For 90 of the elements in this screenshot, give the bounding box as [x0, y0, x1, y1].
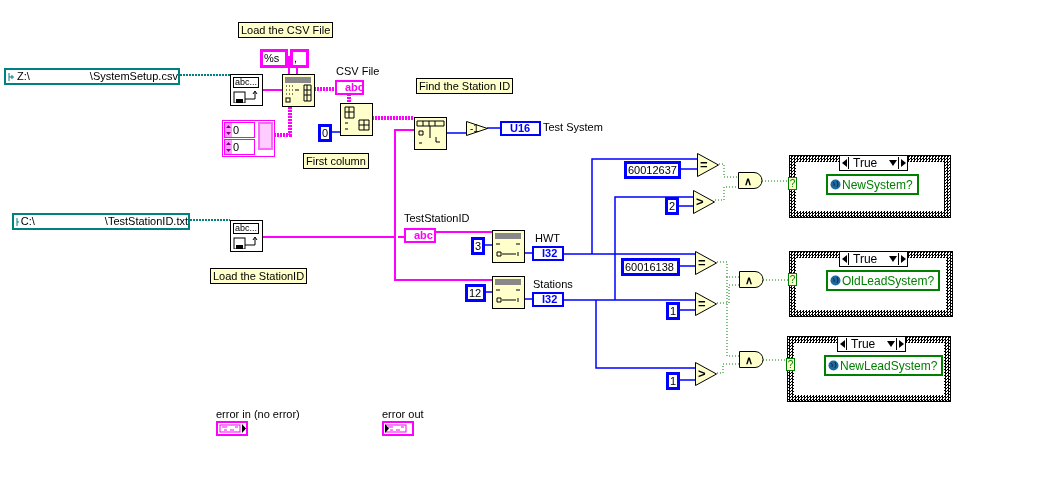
string-constant: %s	[260, 49, 288, 68]
wire	[762, 359, 788, 361]
wire-label: TestStationID	[404, 211, 470, 225]
cluster-label: error in (no error)	[216, 407, 300, 422]
spreadsheet-node	[282, 74, 315, 107]
case-selector[interactable]: True	[837, 336, 906, 352]
wire	[314, 87, 335, 91]
numeric-constant: 12	[465, 284, 486, 302]
globe-icon	[828, 360, 839, 371]
wire	[372, 116, 414, 120]
numeric-constant: 3	[471, 237, 485, 255]
path-prefix: Z:\	[17, 69, 30, 85]
numeric-indicator: U16	[500, 121, 541, 136]
wire-label: CSV File	[336, 64, 380, 78]
and-gate: ∧	[739, 351, 764, 368]
decrement-arrow-icon	[838, 338, 847, 350]
case-selector[interactable]: True	[839, 155, 908, 171]
property-name: NewLeadSystem?	[840, 357, 938, 375]
dropdown-icon	[889, 160, 897, 166]
wire	[679, 379, 696, 381]
and-gate: ∧	[738, 172, 763, 189]
decrement-arrow-icon	[840, 157, 849, 169]
comparison-node: =	[695, 251, 717, 275]
wire	[716, 363, 740, 374]
comparison-node: =	[695, 292, 717, 316]
wire	[262, 89, 283, 91]
decimal-string-node	[492, 276, 525, 309]
numeric-constant: 2	[665, 197, 679, 215]
property-name: NewSystem?	[842, 176, 913, 194]
wire	[347, 94, 351, 103]
comment-label: Load the StationID	[210, 268, 308, 284]
index-spinner-icon	[225, 123, 232, 137]
error-out-cluster	[382, 421, 414, 436]
floppy-disk-icon	[233, 90, 260, 103]
comparison-node: >	[695, 362, 717, 386]
dropdown-icon	[889, 256, 897, 262]
globe-icon	[830, 275, 841, 286]
wire	[762, 279, 790, 281]
globe-icon	[830, 179, 841, 190]
dropdown-icon	[887, 341, 895, 347]
decimal-string-node	[492, 230, 525, 263]
search-array-node	[414, 117, 447, 150]
numeric-constant: 60012637	[624, 161, 681, 179]
error-in-cluster	[216, 421, 248, 436]
numeric-indicator: I32	[532, 246, 564, 261]
index-array-node	[340, 103, 373, 136]
floppy-disk-icon	[233, 236, 260, 249]
selector-terminal: ?	[786, 358, 795, 371]
path-suffix: \SystemSetup.csv	[89, 69, 178, 85]
index-spinner-icon	[225, 140, 232, 154]
wire-label: Test System	[543, 120, 603, 134]
numeric-constant: 60016138	[621, 258, 680, 276]
wire	[523, 252, 533, 254]
wire	[761, 180, 790, 182]
wire	[714, 186, 739, 201]
comment-label: First column	[303, 153, 369, 169]
comparison-node: =	[697, 153, 719, 177]
wire-label: HWT	[535, 231, 561, 245]
path-icon	[16, 216, 19, 227]
string-constant: ,	[290, 49, 309, 68]
path-icon	[8, 71, 15, 82]
property-name: OldLeadSystem?	[842, 272, 935, 290]
case-value: True	[852, 156, 879, 170]
selector-terminal: ?	[788, 273, 797, 286]
and-gate: ∧	[739, 271, 764, 288]
selector-terminal: ?	[788, 177, 797, 190]
cluster-label: error out	[382, 407, 424, 422]
node-caption: abc...	[233, 223, 259, 234]
comparison-node: >	[693, 190, 715, 214]
wire	[718, 163, 739, 178]
decrement-arrow-icon	[840, 253, 849, 265]
array-element: 0	[232, 123, 241, 137]
comment-label: Load the CSV File	[238, 22, 334, 38]
array-element: 0	[232, 140, 241, 154]
case-value: True	[850, 337, 877, 351]
string-indicator: abc	[404, 228, 436, 243]
node-caption: abc...	[233, 77, 259, 88]
numeric-constant: 1	[666, 302, 680, 320]
case-selector[interactable]: True	[839, 251, 908, 267]
path-suffix: \TestStationID.txt	[104, 214, 188, 230]
array-element-slot	[258, 122, 273, 150]
numeric-indicator: I32	[532, 292, 564, 307]
wire	[523, 298, 533, 300]
wire	[485, 291, 493, 293]
numeric-constant: 0	[318, 124, 332, 142]
path-prefix: C:\	[20, 214, 35, 230]
wire-label: Stations	[533, 277, 573, 291]
case-value: True	[852, 252, 879, 266]
comment-label: Find the Station ID	[416, 78, 514, 94]
numeric-constant: 1	[666, 372, 680, 390]
